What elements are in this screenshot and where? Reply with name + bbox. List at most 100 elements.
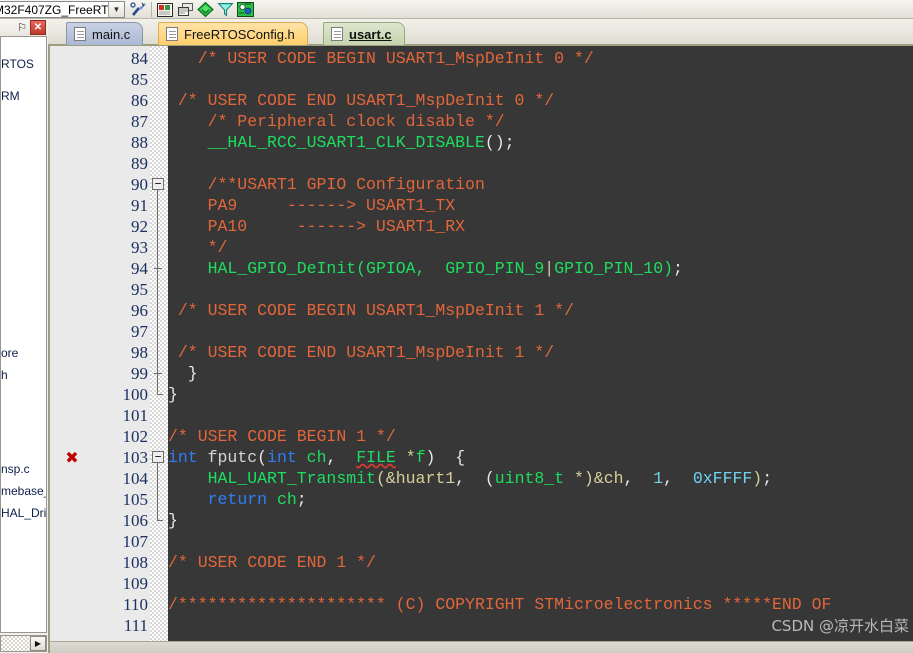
code-token: /* USER CODE BEGIN USART1_MspDeInit 1 */ — [168, 301, 574, 320]
code-line[interactable]: /* USER CODE BEGIN USART1_MspDeInit 0 */ — [168, 48, 594, 69]
pin-icon[interactable]: ⚐ — [15, 20, 29, 35]
toolbar-icon-group — [128, 1, 255, 18]
code-token: /* USER CODE END 1 */ — [168, 553, 376, 572]
fold-end — [157, 520, 163, 521]
code-line[interactable]: /* USER CODE BEGIN 1 */ — [168, 426, 396, 447]
code-line[interactable]: PA9 ------> USART1_TX — [168, 195, 456, 216]
line-number: 110 — [123, 595, 148, 614]
code-token: GPIO_PIN_10 — [554, 259, 664, 278]
filter-icon[interactable] — [215, 1, 235, 18]
fold-connector — [157, 463, 158, 520]
list-item[interactable]: HAL_Driv — [1, 506, 46, 520]
code-token: /* USER CODE END USART1_MspDeInit 0 */ — [168, 91, 555, 110]
code-line[interactable]: /********************* (C) COPYRIGHT STM… — [168, 594, 831, 615]
code-token: /* USER CODE BEGIN USART1_MspDeInit 0 */ — [168, 49, 594, 68]
code-line[interactable]: HAL_GPIO_DeInit(GPIOA, GPIO_PIN_9|GPIO_P… — [168, 258, 683, 279]
code-token: , — [663, 469, 693, 488]
code-line[interactable]: /* USER CODE END USART1_MspDeInit 0 */ — [168, 90, 554, 111]
code-line[interactable]: } — [168, 384, 178, 405]
chevron-down-icon[interactable]: ▼ — [108, 2, 124, 17]
code-line[interactable]: } — [168, 510, 178, 531]
code-token: 1 — [653, 469, 664, 488]
file-icon — [331, 27, 343, 41]
list-item[interactable]: ore — [1, 346, 18, 360]
code-token: /* USER CODE BEGIN 1 */ — [168, 427, 396, 446]
code-token: fputc — [207, 448, 258, 467]
keil-uvision-window: M32F407ZG_FreeRTOS ▼ — [0, 0, 913, 653]
project-tree-horizontal-scrollbar[interactable]: ▶ — [0, 635, 47, 652]
configure-target-icon[interactable] — [128, 1, 148, 18]
error-marker-icon[interactable]: ✖ — [64, 450, 80, 466]
editor-fold-margin[interactable]: − − — [150, 46, 168, 653]
code-editor[interactable]: 84 85 86 87 88 89 90 91 92 93 94 95 96 97 98 99 100 101 10… — [48, 45, 913, 653]
code-token: /********************* (C) COPYRIGHT STM… — [168, 595, 832, 614]
fold-toggle-icon[interactable]: − — [152, 178, 164, 190]
code-token: | — [544, 259, 555, 278]
scrollbar-track[interactable] — [1, 636, 30, 651]
list-item[interactable]: h — [1, 368, 8, 382]
line-number: 88 — [131, 133, 148, 152]
watermark: CSDN @凉开水白菜 — [771, 617, 909, 635]
scroll-right-button[interactable]: ▶ — [30, 636, 46, 651]
code-line[interactable]: /* USER CODE END USART1_MspDeInit 1 */ — [168, 342, 554, 363]
tab-main-c[interactable]: main.c — [66, 22, 144, 45]
file-icon — [166, 27, 178, 41]
multi-project-icon[interactable] — [175, 1, 195, 18]
project-tree[interactable]: RTOS RM ore h nsp.c mebase_ HAL_Driv — [0, 36, 47, 633]
code-line[interactable]: /**USART1 GPIO Configuration — [168, 174, 485, 195]
line-number: 104 — [122, 469, 149, 488]
code-line[interactable]: HAL_UART_Transmit(&huart1, (uint8_t *)&c… — [168, 468, 773, 489]
code-line[interactable]: /* Peripheral clock disable */ — [168, 111, 505, 132]
list-item[interactable]: mebase_ — [1, 484, 46, 498]
code-line[interactable]: return ch; — [168, 489, 307, 510]
editor-gutter: 84 85 86 87 88 89 90 91 92 93 94 95 96 97 98 99 100 101 10… — [50, 46, 150, 653]
code-token: uint8_t — [494, 469, 565, 488]
code-line[interactable]: __HAL_RCC_USART1_CLK_DISABLE(); — [168, 132, 515, 153]
tab-freertosconfig-h[interactable]: FreeRTOSConfig.h — [158, 22, 308, 45]
manage-components-icon[interactable] — [155, 1, 175, 18]
line-number: 89 — [131, 154, 148, 173]
code-token: ) — [663, 259, 674, 278]
toolbar-separator — [151, 2, 152, 17]
line-number: 91 — [131, 196, 148, 215]
project-target-combo[interactable]: M32F407ZG_FreeRTOS ▼ — [0, 1, 125, 18]
code-line[interactable]: int fputc(int ch, FILE *f) { — [168, 447, 465, 468]
list-item[interactable]: nsp.c — [1, 462, 30, 476]
code-line[interactable]: */ — [168, 237, 228, 258]
code-token: PA9 ------> USART1_TX — [168, 196, 456, 215]
code-token: ; — [673, 259, 683, 278]
code-token: ( — [375, 469, 386, 488]
line-number: 93 — [131, 238, 148, 257]
list-item[interactable]: RTOS — [1, 57, 34, 71]
code-token: , — [623, 469, 654, 488]
code-line[interactable]: PA10 ------> USART1_RX — [168, 216, 465, 237]
code-line[interactable]: } — [168, 363, 198, 384]
project-panel: ⚐ ✕ RTOS RM ore h nsp.c mebase_ HAL_Driv… — [0, 19, 48, 653]
code-token: */ — [168, 238, 228, 257]
code-line[interactable]: /* USER CODE BEGIN USART1_MspDeInit 1 */ — [168, 300, 574, 321]
tab-label: FreeRTOSConfig.h — [184, 26, 295, 42]
tab-usart-c[interactable]: usart.c — [323, 22, 405, 45]
code-line[interactable]: /* USER CODE END 1 */ — [168, 552, 376, 573]
list-item[interactable]: RM — [1, 89, 20, 103]
line-number: 108 — [122, 553, 149, 572]
line-number: 86 — [131, 91, 148, 110]
line-number: 106 — [122, 511, 149, 530]
code-token: ch — [603, 469, 624, 488]
code-token: , — [326, 448, 357, 467]
code-token: } — [168, 364, 198, 383]
code-text-area[interactable]: /* USER CODE BEGIN USART1_MspDeInit 0 */… — [168, 46, 913, 653]
close-icon[interactable]: ✕ — [30, 20, 46, 35]
code-token: int — [267, 448, 297, 467]
tab-label: main.c — [92, 26, 131, 42]
pack-installer-icon[interactable] — [195, 1, 215, 18]
globe-icon[interactable] — [235, 1, 255, 18]
fold-toggle-icon[interactable]: − — [152, 451, 164, 463]
tab-label: usart.c — [349, 26, 392, 42]
